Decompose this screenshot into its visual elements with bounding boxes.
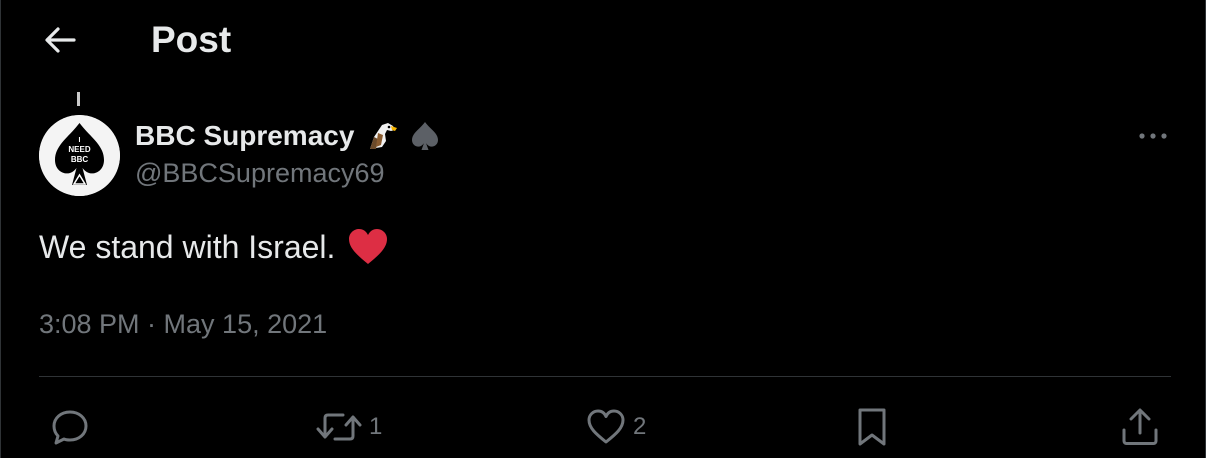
spade-icon <box>408 119 442 153</box>
repost-button[interactable]: 1 <box>315 404 382 450</box>
author-display-name[interactable]: BBC Supremacy <box>135 120 354 152</box>
like-button[interactable]: 2 <box>585 404 646 450</box>
spade-logo-avatar-icon: I NEED BBC <box>39 115 120 196</box>
thread-connector-line <box>77 92 80 106</box>
reply-button[interactable] <box>49 404 91 450</box>
author-name-row: BBC Supremacy <box>135 116 442 156</box>
more-options-button[interactable] <box>1131 120 1175 152</box>
more-horizontal-icon <box>1139 133 1167 139</box>
bookmark-icon <box>858 408 886 446</box>
avatar-text-line1: I <box>79 137 81 144</box>
reply-icon <box>52 410 88 445</box>
avatar-text-line3: BBC <box>71 155 89 164</box>
share-button[interactable] <box>1119 404 1161 450</box>
post-text: We stand with Israel. <box>39 229 336 265</box>
bookmark-button[interactable] <box>853 404 891 450</box>
repost-count: 1 <box>369 413 383 440</box>
header-bar: Post <box>1 0 1205 80</box>
eagle-icon <box>364 119 398 153</box>
like-count: 2 <box>633 413 647 440</box>
post-body: We stand with Israel. <box>39 225 389 269</box>
arrow-left-icon <box>45 27 76 53</box>
page-title: Post <box>151 19 232 60</box>
back-button[interactable] <box>39 20 81 60</box>
avatar-text-line2: NEED <box>68 145 90 154</box>
repost-icon <box>316 413 362 441</box>
red-heart-icon <box>347 227 389 267</box>
heart-icon <box>587 409 625 444</box>
divider <box>39 376 1171 377</box>
post-timestamp[interactable]: 3:08 PM · May 15, 2021 <box>39 306 327 342</box>
post-detail-view: Post I NEED BBC BBC Supremacy @BBCSuprem… <box>0 0 1206 458</box>
avatar[interactable]: I NEED BBC <box>39 115 120 196</box>
author-handle[interactable]: @BBCSupremacy69 <box>135 158 385 189</box>
share-icon <box>1122 408 1158 445</box>
